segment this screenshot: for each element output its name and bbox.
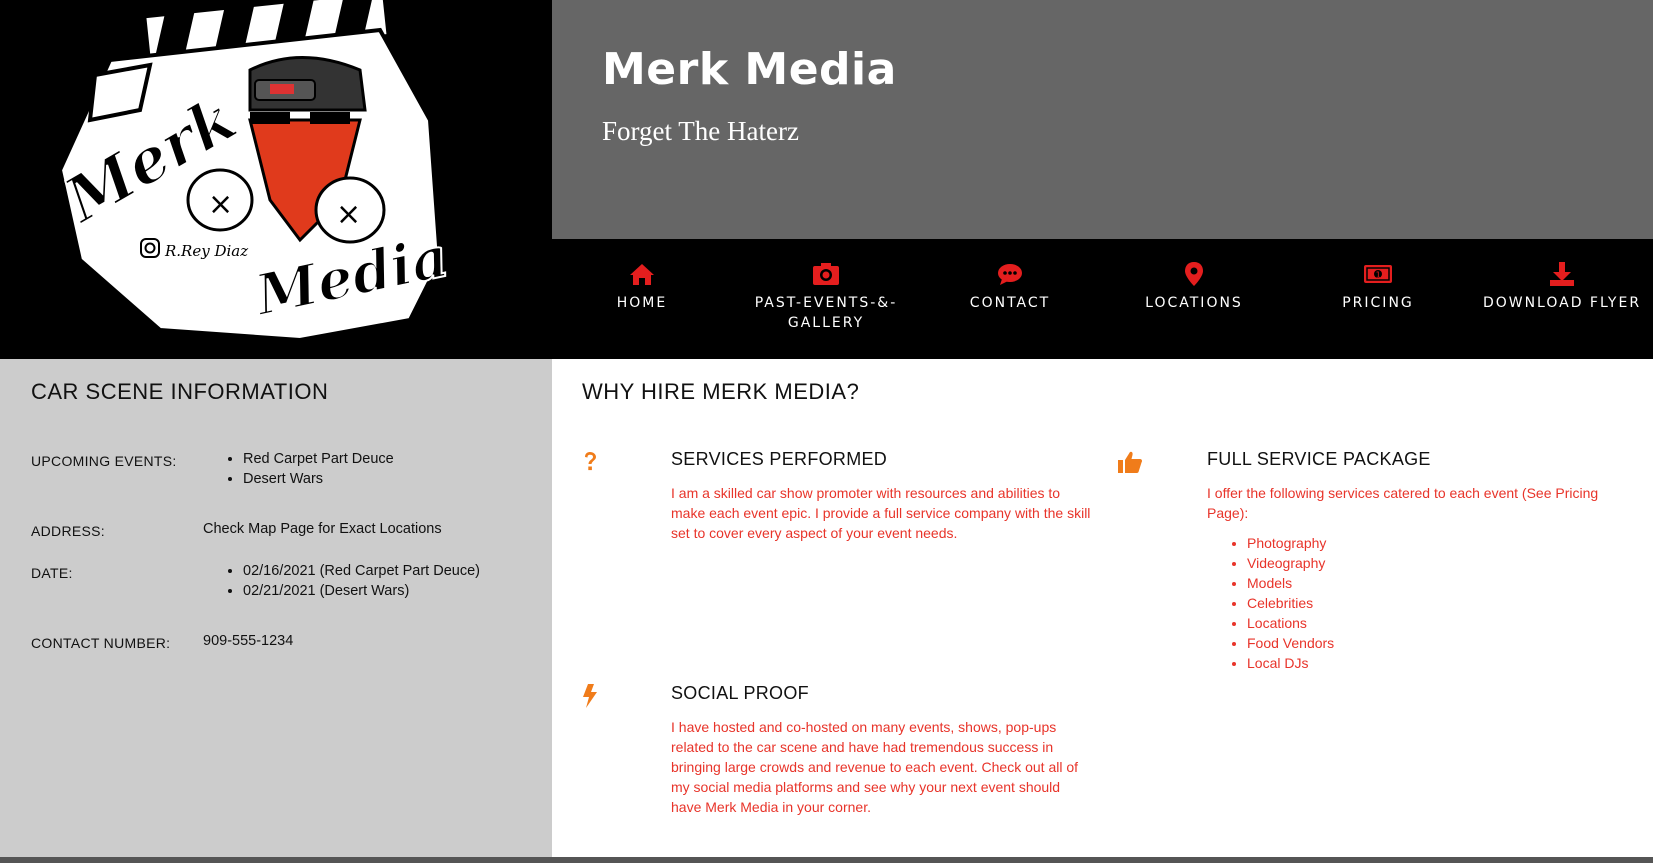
site-title[interactable]: Merk Media — [602, 44, 897, 95]
address-value: Check Map Page for Exact Locations — [203, 521, 442, 537]
home-icon — [630, 264, 654, 285]
nav-item-locations[interactable]: LOCATIONS — [1109, 261, 1279, 313]
download-icon — [1550, 262, 1574, 286]
nav-item-label: LOCATIONS — [1145, 295, 1243, 311]
social-proof-title: SOCIAL PROOF — [671, 683, 809, 703]
full-service-package-title: FULL SERVICE PACKAGE — [1207, 449, 1431, 469]
nav-item-label: PRICING — [1342, 295, 1414, 311]
svg-text:1: 1 — [1376, 271, 1381, 280]
list-item: Food Vendors — [1247, 633, 1334, 653]
upcoming-events-label: UPCOMING EVENTS: — [31, 453, 177, 469]
money-icon: 1 — [1364, 265, 1392, 283]
nav-item-download-flyer[interactable]: DOWNLOAD FLYER — [1477, 261, 1647, 313]
merk-media-logo-graphic: × × Merk Media R.Rey Diaz — [50, 0, 455, 343]
dates-list: 02/16/2021 (Red Carpet Part Deuce) 02/21… — [223, 561, 480, 601]
chat-icon — [998, 264, 1022, 285]
nav-item-label: CONTACT — [969, 295, 1051, 311]
site-tagline: Forget The Haterz — [602, 116, 799, 146]
svg-text:×: × — [336, 197, 361, 232]
sidebar-heading: CAR SCENE INFORMATION — [31, 379, 329, 404]
full-service-package-text: I offer the following services catered t… — [1207, 485, 1599, 521]
list-item: Models — [1247, 573, 1334, 593]
why-hire-section: WHY HIRE MERK MEDIA? SERVICES PERFORMED … — [552, 359, 1653, 857]
bolt-icon — [583, 684, 597, 708]
nav-item-past-events-gallery[interactable]: PAST-EVENTS-&-GALLERY — [741, 261, 911, 333]
list-item: Locations — [1247, 613, 1334, 633]
date-label: DATE: — [31, 565, 73, 581]
list-item: 02/16/2021 (Red Carpet Part Deuce) — [243, 561, 480, 581]
list-item: Red Carpet Part Deuce — [243, 449, 394, 469]
camera-icon — [813, 263, 839, 285]
site-header: Merk Media Forget The Haterz — [552, 0, 1653, 239]
section-heading: WHY HIRE MERK MEDIA? — [582, 379, 860, 404]
services-list: Photography Videography Models Celebriti… — [1227, 533, 1334, 673]
logo[interactable]: × × Merk Media R.Rey Diaz — [0, 0, 552, 359]
nav-item-home[interactable]: HOME — [557, 261, 727, 313]
main-nav: HOME PAST-EVENTS-&-GALLERY CONTACT LOCAT… — [552, 239, 1653, 359]
upcoming-events-list: Red Carpet Part Deuce Desert Wars — [223, 449, 394, 489]
services-performed-title: SERVICES PERFORMED — [671, 449, 888, 469]
list-item: Videography — [1247, 553, 1334, 573]
list-item: Desert Wars — [243, 469, 394, 489]
question-icon — [585, 452, 596, 471]
svg-text:×: × — [208, 187, 233, 222]
contact-number-value: 909-555-1234 — [203, 633, 294, 649]
map-marker-icon — [1185, 262, 1203, 286]
car-scene-sidebar: CAR SCENE INFORMATION UPCOMING EVENTS: R… — [0, 359, 552, 857]
contact-number-label: CONTACT NUMBER: — [31, 635, 171, 651]
thumbs-up-icon — [1118, 451, 1142, 473]
nav-item-label: PAST-EVENTS-&-GALLERY — [754, 295, 898, 331]
nav-item-label: HOME — [616, 295, 668, 311]
address-label: ADDRESS: — [31, 523, 105, 539]
social-proof-text: I have hosted and co-hosted on many even… — [671, 719, 1079, 815]
list-item: 02/21/2021 (Desert Wars) — [243, 581, 480, 601]
list-item: Local DJs — [1247, 653, 1334, 673]
services-performed-text: I am a skilled car show promoter with re… — [671, 485, 1091, 541]
logo-signature: R.Rey Diaz — [164, 242, 248, 260]
nav-item-pricing[interactable]: 1 PRICING — [1293, 261, 1463, 313]
nav-item-label: DOWNLOAD FLYER — [1482, 295, 1642, 311]
nav-item-contact[interactable]: CONTACT — [925, 261, 1095, 313]
list-item: Celebrities — [1247, 593, 1334, 613]
bottom-divider — [0, 857, 1653, 863]
list-item: Photography — [1247, 533, 1334, 553]
